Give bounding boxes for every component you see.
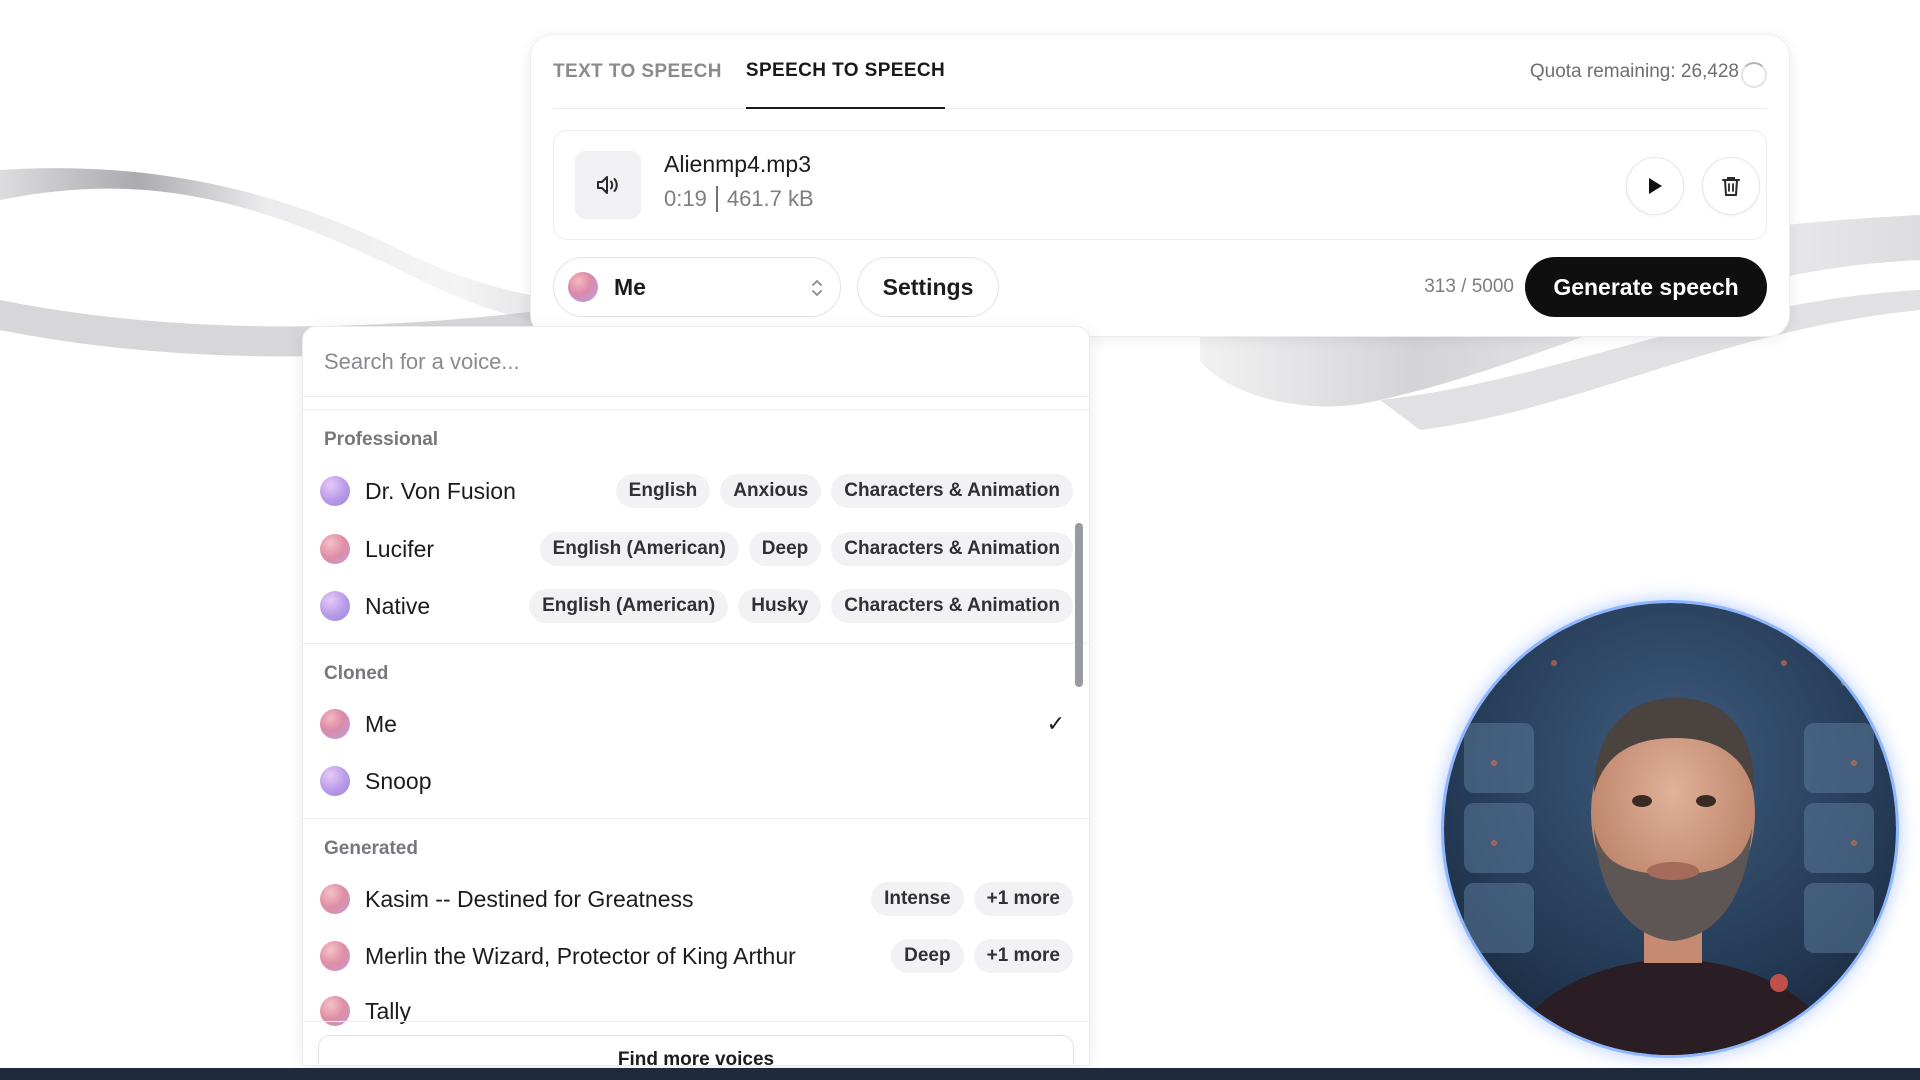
tab-text-to-speech[interactable]: TEXT TO SPEECH	[553, 35, 722, 109]
bottom-bar	[0, 1068, 1920, 1080]
voice-tag: Deep	[748, 532, 822, 566]
voice-tag: English (American)	[529, 589, 729, 623]
dropdown-scrollbar[interactable]	[1075, 523, 1083, 687]
voice-name: Me	[365, 710, 397, 737]
voice-tags: English Anxious Characters & Animation	[606, 465, 1073, 517]
voice-item-me[interactable]: Me ✓	[303, 698, 1073, 750]
voice-tags: Intense +1 more	[861, 873, 1073, 925]
voice-tag: English (American)	[539, 532, 739, 566]
voice-item-kasim[interactable]: Kasim -- Destined for Greatness Intense …	[303, 873, 1073, 925]
voice-tag: Characters & Animation	[831, 589, 1073, 623]
group-title-cloned: Cloned	[324, 663, 389, 684]
voice-avatar	[320, 534, 350, 564]
voice-tag: English	[615, 474, 711, 508]
voice-avatar	[320, 884, 350, 914]
speaker-icon	[575, 151, 641, 219]
voice-item-native[interactable]: Native English (American) Husky Characte…	[303, 580, 1073, 632]
voice-tag: Intense	[871, 882, 964, 916]
voice-name: Merlin the Wizard, Protector of King Art…	[365, 942, 796, 969]
tab-speech-to-speech[interactable]: SPEECH TO SPEECH	[745, 35, 946, 109]
voice-tag: Deep	[891, 939, 964, 973]
voice-avatar	[568, 272, 598, 302]
voice-tag: Anxious	[720, 474, 822, 508]
voice-name: Dr. Von Fusion	[365, 477, 516, 504]
voice-item-snoop[interactable]: Snoop	[303, 755, 1073, 807]
voice-tags: English (American) Husky Characters & An…	[519, 580, 1073, 632]
voice-name: Kasim -- Destined for Greatness	[365, 885, 694, 912]
speech-to-speech-card: TEXT TO SPEECH SPEECH TO SPEECH Quota re…	[530, 34, 1790, 337]
voice-item-tally[interactable]: Tally	[303, 985, 1073, 1037]
find-more-voices-button[interactable]: Find more voices	[318, 1035, 1074, 1065]
divider	[303, 643, 1089, 644]
voice-tags: Deep +1 more	[881, 930, 1073, 982]
presenter-video	[1444, 603, 1896, 1055]
divider	[303, 818, 1089, 819]
file-size: 461.7 kB	[726, 186, 814, 211]
divider	[303, 409, 1089, 410]
voice-search-input[interactable]	[303, 327, 1089, 397]
quota-remaining: Quota remaining: 26,428	[1529, 61, 1739, 82]
meta-divider	[715, 186, 718, 212]
file-name: Alienmp4.mp3	[664, 151, 812, 177]
loading-spinner-icon	[1741, 62, 1767, 88]
voice-search	[303, 327, 1089, 397]
voice-item-lucifer[interactable]: Lucifer English (American) Deep Characte…	[303, 523, 1073, 575]
voice-tag: Characters & Animation	[831, 474, 1073, 508]
voice-avatar	[320, 709, 350, 739]
voice-avatar	[320, 766, 350, 796]
generate-speech-button[interactable]: Generate speech	[1525, 257, 1767, 317]
voice-tags: English (American) Deep Characters & Ani…	[530, 523, 1073, 575]
voice-tag: +1 more	[973, 939, 1073, 973]
voice-name: Lucifer	[365, 535, 435, 562]
voice-dropdown: Professional Dr. Von Fusion English Anxi…	[302, 326, 1090, 1066]
check-icon: ✓	[1046, 711, 1065, 736]
webcam-overlay	[1441, 600, 1899, 1058]
chevron-up-down-icon	[812, 279, 822, 297]
selected-voice-label: Me	[614, 273, 646, 300]
voice-name: Native	[365, 592, 431, 619]
group-title-generated: Generated	[324, 838, 418, 859]
voice-select[interactable]: Me	[553, 257, 841, 317]
settings-button[interactable]: Settings	[857, 257, 999, 317]
divider	[303, 1021, 1089, 1022]
voice-tag: Husky	[738, 589, 822, 623]
file-duration: 0:19	[664, 186, 707, 211]
voice-item-merlin[interactable]: Merlin the Wizard, Protector of King Art…	[303, 930, 1073, 982]
group-title-professional: Professional	[324, 429, 439, 450]
character-count: 313 / 5000	[1424, 276, 1514, 297]
delete-button[interactable]	[1702, 157, 1760, 215]
uploaded-audio-file: Alienmp4.mp3 0:19 461.7 kB	[553, 130, 1767, 240]
play-icon	[1649, 178, 1662, 194]
voice-avatar	[320, 941, 350, 971]
voice-avatar	[320, 591, 350, 621]
voice-name: Snoop	[365, 767, 432, 794]
file-meta: 0:19 461.7 kB	[664, 186, 814, 212]
voice-item-dr-von-fusion[interactable]: Dr. Von Fusion English Anxious Character…	[303, 465, 1073, 517]
voice-avatar	[320, 476, 350, 506]
play-button[interactable]	[1626, 157, 1684, 215]
voice-tag: Characters & Animation	[831, 532, 1073, 566]
voice-tag: +1 more	[973, 882, 1073, 916]
trash-icon	[1722, 177, 1740, 196]
